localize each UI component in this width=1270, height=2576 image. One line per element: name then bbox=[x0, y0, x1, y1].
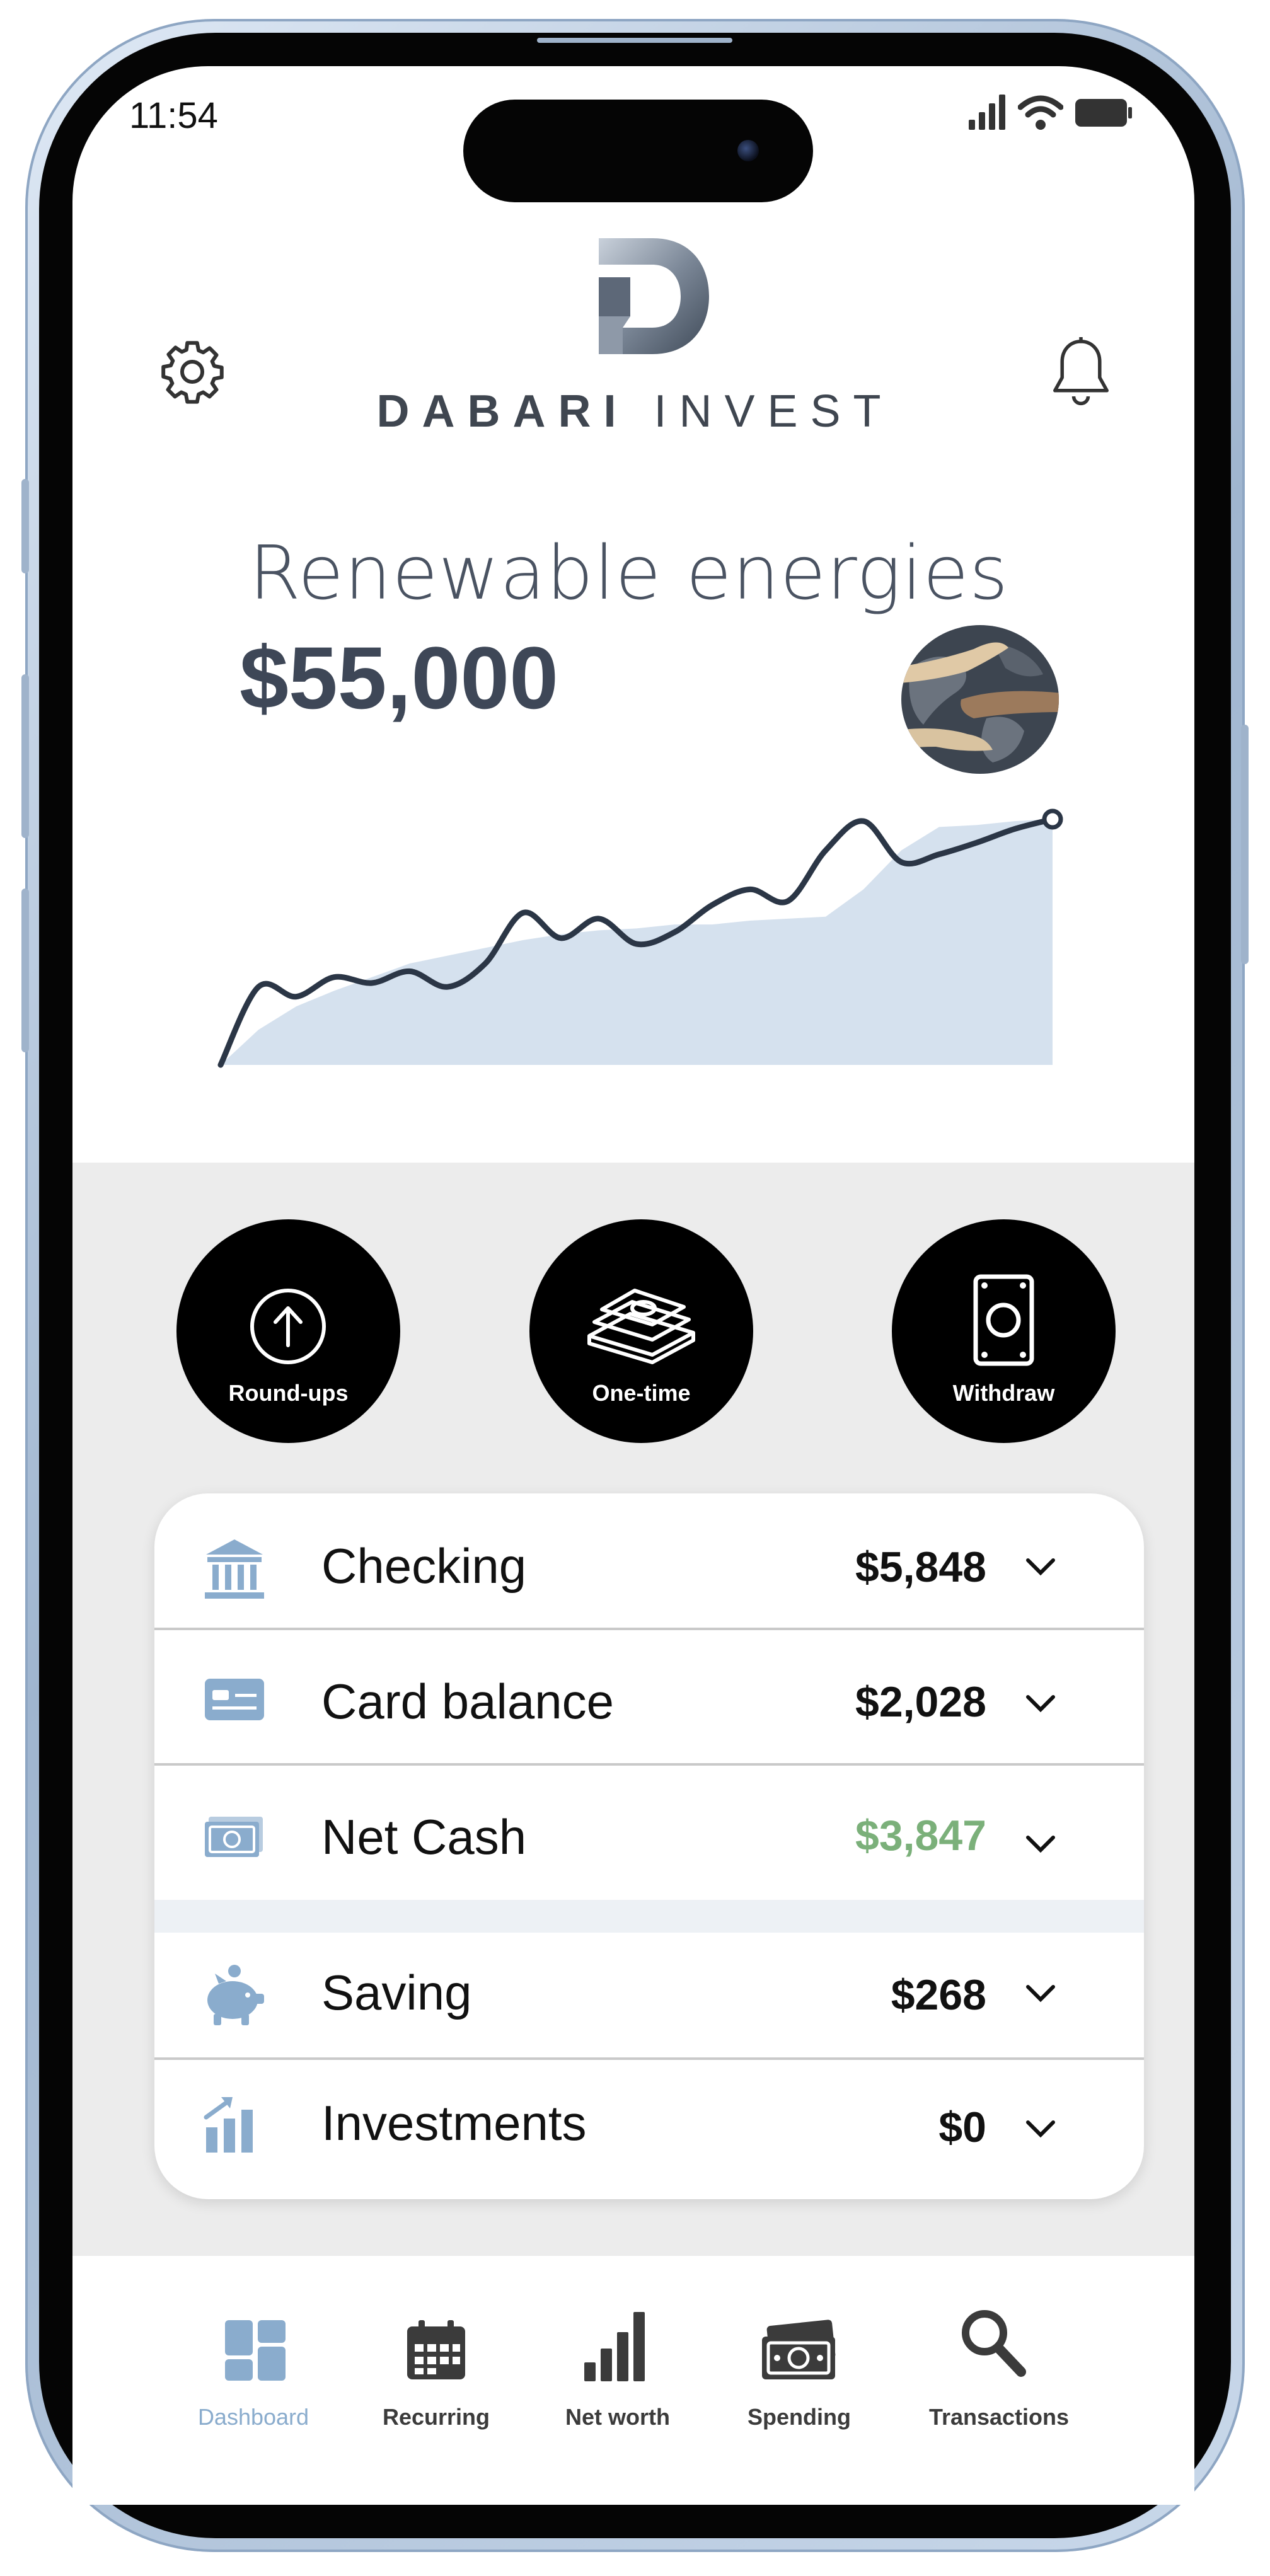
bell-icon[interactable] bbox=[1046, 334, 1116, 410]
nav-label-net-worth: Net worth bbox=[565, 2404, 670, 2430]
battery-icon bbox=[1075, 99, 1132, 127]
account-label: Investments bbox=[321, 2095, 587, 2151]
money-icon bbox=[205, 1817, 263, 1857]
brand-logo bbox=[599, 238, 709, 354]
portfolio-value: $55,000 bbox=[240, 628, 559, 727]
chevron-down-icon[interactable] bbox=[1025, 1978, 1056, 2008]
account-value: $2,028 bbox=[855, 1678, 986, 1726]
brand-bold: DABARI bbox=[376, 386, 629, 437]
nav-label-spending: Spending bbox=[748, 2404, 851, 2430]
chevron-down-icon[interactable] bbox=[1025, 1829, 1056, 1859]
credit-card-icon bbox=[205, 1679, 264, 1720]
wifi-icon bbox=[1018, 95, 1063, 130]
round-ups-label: Round-ups bbox=[228, 1380, 349, 1406]
section-spacer bbox=[154, 1900, 1144, 1933]
status-time: 11:54 bbox=[129, 95, 218, 136]
volume-down-button bbox=[21, 888, 29, 1052]
power-button bbox=[1241, 725, 1249, 964]
account-label: Saving bbox=[321, 1965, 472, 2020]
accounts-card: Checking $5,848 Card balance $2,028 Net … bbox=[154, 1493, 1144, 2199]
account-row-net-cash[interactable]: Net Cash $3,847 bbox=[154, 1766, 1144, 1900]
speaker-grille bbox=[537, 38, 732, 43]
account-value: $5,848 bbox=[855, 1543, 986, 1591]
account-value: $268 bbox=[891, 1971, 986, 2019]
bank-icon bbox=[205, 1539, 264, 1599]
chevron-down-icon[interactable] bbox=[1025, 1688, 1056, 1718]
one-time-label: One-time bbox=[592, 1380, 691, 1406]
action-button bbox=[21, 479, 29, 573]
growth-chart bbox=[217, 808, 1063, 1068]
chart-endpoint bbox=[1042, 808, 1063, 830]
bill-icon bbox=[973, 1274, 1034, 1366]
chevron-down-icon[interactable] bbox=[1025, 1551, 1056, 1582]
camera-lens bbox=[737, 140, 759, 161]
arrow-up-circle-icon bbox=[250, 1289, 326, 1364]
brand-light: INVEST bbox=[654, 386, 894, 437]
dashboard-icon bbox=[225, 2320, 286, 2381]
account-row-saving[interactable]: Saving $268 bbox=[154, 1933, 1144, 2059]
account-label: Net Cash bbox=[321, 1809, 527, 1865]
cash-stack-icon bbox=[587, 1289, 695, 1364]
volume-up-button bbox=[21, 674, 29, 838]
signal-icon bbox=[969, 95, 1005, 130]
search-icon bbox=[962, 2310, 1026, 2377]
nav-label-recurring: Recurring bbox=[382, 2404, 490, 2430]
account-row-card-balance[interactable]: Card balance $2,028 bbox=[154, 1630, 1144, 1764]
account-row-investments[interactable]: Investments $0 bbox=[154, 2060, 1144, 2199]
dynamic-island bbox=[463, 100, 813, 202]
piggy-bank-icon bbox=[207, 1965, 264, 2025]
account-row-checking[interactable]: Checking $5,848 bbox=[154, 1493, 1144, 1629]
account-label: Checking bbox=[321, 1538, 527, 1594]
account-value: $3,847 bbox=[855, 1812, 986, 1860]
account-label: Card balance bbox=[321, 1674, 614, 1729]
globe-with-hands-icon bbox=[901, 625, 1059, 774]
chevron-down-icon[interactable] bbox=[1025, 2113, 1056, 2144]
calendar-icon bbox=[407, 2320, 465, 2379]
withdraw-label: Withdraw bbox=[952, 1380, 1055, 1406]
bar-chart-icon bbox=[584, 2312, 645, 2381]
nav-label-transactions: Transactions bbox=[928, 2404, 1070, 2430]
account-value: $0 bbox=[938, 2103, 986, 2151]
cash-icon bbox=[762, 2320, 836, 2379]
nav-label-dashboard: Dashboard bbox=[197, 2404, 309, 2430]
growth-chart-icon bbox=[204, 2097, 253, 2153]
portfolio-title: Renewable energies bbox=[249, 529, 1009, 616]
